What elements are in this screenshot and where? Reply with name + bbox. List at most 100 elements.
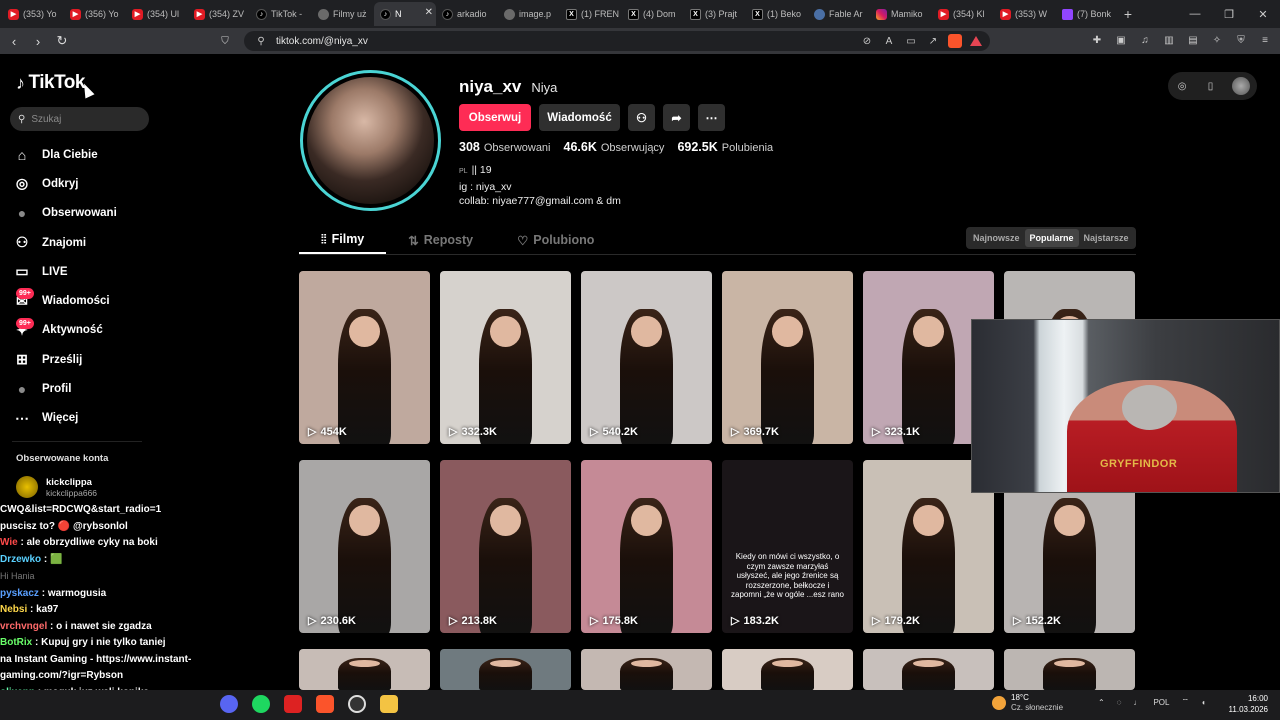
tab-videos[interactable]: ⦙⦙ Filmy: [299, 226, 387, 254]
browser-tab[interactable]: ▶ (353) Yo: [2, 2, 64, 26]
sidebar-item-profil[interactable]: ● Profil: [12, 374, 152, 403]
video-thumbnail[interactable]: ▷ 454K: [299, 271, 430, 444]
sidebar-item-więcej[interactable]: ⋯ Więcej: [12, 404, 152, 433]
sidebar-item-wiadomości[interactable]: ✉ Wiadomości 99+: [12, 286, 152, 315]
reload-icon[interactable]: ↻: [52, 33, 72, 49]
video-thumbnail[interactable]: [440, 649, 571, 690]
browser-tab[interactable]: Filmy uż: [312, 2, 374, 26]
volume-icon[interactable]: ◖: [1201, 698, 1206, 707]
sidebar-item-live[interactable]: ▭ LIVE: [12, 257, 152, 286]
sort-oldest[interactable]: Najstarsze: [1079, 229, 1134, 247]
maximize-icon[interactable]: ❐: [1212, 8, 1246, 21]
chevron-up-icon[interactable]: ⌃: [1098, 698, 1105, 707]
translate-icon[interactable]: A: [882, 34, 896, 48]
spotify-icon[interactable]: [252, 695, 270, 713]
menu-icon[interactable]: ≡: [1258, 33, 1272, 47]
forward-icon[interactable]: ›: [28, 34, 48, 49]
cast-icon[interactable]: ▭: [904, 34, 918, 48]
video-thumbnail[interactable]: ▷ 175.8K: [581, 460, 712, 633]
browser-tab[interactable]: ▶ (354) Kl: [932, 2, 994, 26]
wifi-icon[interactable]: ⌔: [1181, 697, 1189, 707]
extensions-icon[interactable]: ✚: [1090, 33, 1104, 47]
screenshot-icon[interactable]: ▣: [1114, 33, 1128, 47]
video-thumbnail[interactable]: Kiedy on mówi ci wszystko, o czym zawsze…: [722, 460, 853, 633]
sidebar-item-obserwowani[interactable]: ● Obserwowani: [12, 199, 152, 228]
eye-off-icon[interactable]: ⊘: [860, 34, 874, 48]
sidebar-item-znajomi[interactable]: ⚇ Znajomi: [12, 228, 152, 257]
stream-app-icon[interactable]: [284, 695, 302, 713]
browser-tab[interactable]: X (4) Dom: [622, 2, 684, 26]
browser-tab[interactable]: (7) Bonk: [1056, 2, 1118, 26]
follow-button[interactable]: Obserwuj: [459, 104, 531, 131]
browser-tab[interactable]: X (3) Prajt: [684, 2, 746, 26]
obs-icon[interactable]: [348, 695, 366, 713]
search-input[interactable]: ⚲ Szukaj: [10, 107, 149, 131]
url-field[interactable]: ⛉ ⚲ tiktok.com/@niya_xv ⊘ A ▭ ↗: [221, 31, 990, 51]
video-thumbnail[interactable]: [581, 649, 712, 690]
more-options-button[interactable]: ⋯: [698, 104, 725, 131]
video-thumbnail[interactable]: [1004, 649, 1135, 690]
browser-tab[interactable]: ♪ arkadio: [436, 2, 498, 26]
browser-tab[interactable]: Mamiko: [870, 2, 932, 26]
weather-widget[interactable]: 18°C Cz. słonecznie: [992, 693, 1063, 713]
share-icon[interactable]: ↗: [926, 34, 940, 48]
tab-liked[interactable]: ♡ Polubiono: [495, 226, 616, 254]
browser-tab[interactable]: X (1) Beko: [746, 2, 808, 26]
sidebar-item-odkryj[interactable]: ◎ Odkryj: [12, 169, 152, 198]
tab-reposts[interactable]: ⇅ Reposty: [386, 226, 495, 254]
video-thumbnail[interactable]: [863, 649, 994, 690]
browser-tab[interactable]: image.p: [498, 2, 560, 26]
new-tab-icon[interactable]: +: [1118, 6, 1138, 22]
video-thumbnail[interactable]: ▷ 332.3K: [440, 271, 571, 444]
mic-icon[interactable]: ♩: [1133, 698, 1141, 707]
message-button[interactable]: Wiadomość: [539, 104, 620, 131]
browser-tab[interactable]: ▶ (356) Yo: [64, 2, 126, 26]
folder-icon[interactable]: [380, 695, 398, 713]
brave-icon[interactable]: [316, 695, 334, 713]
back-icon[interactable]: ‹: [4, 34, 24, 49]
tiktok-logo[interactable]: ♪ TikTok: [16, 72, 85, 94]
wallet-icon[interactable]: ▤: [1186, 33, 1200, 47]
minimize-icon[interactable]: —: [1178, 8, 1212, 20]
site-info-icon[interactable]: ⚲: [254, 34, 268, 48]
browser-tab[interactable]: X (1) FREN: [560, 2, 622, 26]
vpn-icon[interactable]: ⛨: [1234, 33, 1248, 47]
stat-following[interactable]: 308 Obserwowani: [459, 140, 551, 154]
browser-tab[interactable]: ♪ TikTok -: [250, 2, 312, 26]
browser-tab[interactable]: ♪ N ✕: [374, 2, 436, 26]
ai-icon[interactable]: ✧: [1210, 33, 1224, 47]
discord-icon[interactable]: [220, 695, 238, 713]
stat-followers[interactable]: 46.6K Obserwujący: [564, 140, 665, 154]
network-icon[interactable]: ◌: [1117, 698, 1122, 707]
clock[interactable]: 16:00 11.03.2026: [1228, 693, 1268, 715]
discover-icon[interactable]: ◎: [1175, 79, 1189, 93]
close-window-icon[interactable]: ✕: [1246, 8, 1280, 21]
brave-rewards-icon[interactable]: [970, 36, 982, 46]
avatar[interactable]: [1231, 77, 1250, 95]
sidebar-item-aktywność[interactable]: ✦ Aktywność 99+: [12, 316, 152, 345]
sort-newest[interactable]: Najnowsze: [968, 229, 1025, 247]
video-thumbnail[interactable]: [299, 649, 430, 690]
browser-tab[interactable]: ▶ (354) Ul: [126, 2, 188, 26]
close-tab-icon[interactable]: ✕: [425, 7, 433, 18]
video-thumbnail[interactable]: ▷ 369.7K: [722, 271, 853, 444]
sidebar-item-dla-ciebie[interactable]: ⌂ Dla Ciebie: [12, 140, 152, 169]
bookmark-icon[interactable]: ⛉: [218, 34, 232, 48]
profile-avatar[interactable]: [300, 70, 441, 211]
share-button[interactable]: ➦: [663, 104, 690, 131]
phone-icon[interactable]: ▯: [1203, 79, 1217, 93]
media-icon[interactable]: ♫: [1138, 33, 1152, 47]
sort-popular[interactable]: Popularne: [1024, 229, 1079, 247]
video-thumbnail[interactable]: ▷ 230.6K: [299, 460, 430, 633]
browser-tab[interactable]: ▶ (353) W: [994, 2, 1056, 26]
video-thumbnail[interactable]: [722, 649, 853, 690]
browser-tab[interactable]: ▶ (354) ZV: [188, 2, 250, 26]
language-indicator[interactable]: POL: [1153, 698, 1169, 707]
sidebar-item-prześlij[interactable]: ⊞ Prześlij: [12, 345, 152, 374]
browser-tab[interactable]: Fable Ar: [808, 2, 870, 26]
video-thumbnail[interactable]: ▷ 213.8K: [440, 460, 571, 633]
sidebar-toggle-icon[interactable]: ▥: [1162, 33, 1176, 47]
video-thumbnail[interactable]: ▷ 540.2K: [581, 271, 712, 444]
followed-account[interactable]: kickclippa kickclippa666: [16, 476, 97, 498]
add-friend-button[interactable]: ⚇: [628, 104, 655, 131]
